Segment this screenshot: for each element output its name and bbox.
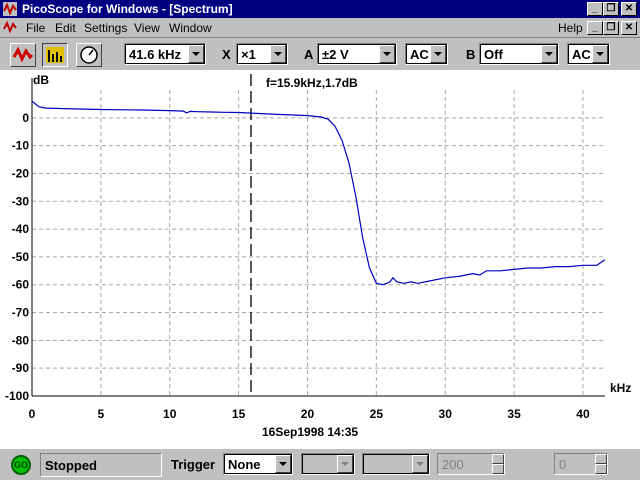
restore-button[interactable]: ❐ xyxy=(603,2,619,16)
spectrum-plot[interactable]: 0 -10 -20 -30 -40 -50 -60 -70 -80 -90 -100 0 5 10 15 2… xyxy=(0,70,640,448)
y-tick-label: -40 xyxy=(12,222,30,236)
chevron-down-icon[interactable] xyxy=(188,45,204,63)
menu-window[interactable]: Window xyxy=(169,21,212,35)
title-bar: PicoScope for Windows - [Spectrum] _ ❐ ✕ xyxy=(0,0,640,18)
trigger-level-spinner[interactable]: 200 xyxy=(437,453,505,475)
channel-b-range-select[interactable]: Off xyxy=(479,43,559,65)
channel-a-coupling-value: AC xyxy=(410,47,429,62)
y-tick-label: -60 xyxy=(12,278,30,292)
x-tick-label: 20 xyxy=(301,407,315,421)
chevron-down-icon[interactable] xyxy=(541,45,557,63)
y-tick-label: -10 xyxy=(12,139,30,153)
doc-close-button[interactable]: ✕ xyxy=(621,21,637,35)
run-state: Stopped xyxy=(45,458,97,473)
chevron-down-icon[interactable] xyxy=(412,455,428,473)
x-multiplier-select[interactable]: ×1 xyxy=(236,43,288,65)
status-bar: GO Stopped Trigger None 200 0 xyxy=(0,448,640,480)
y-tick-label: -20 xyxy=(12,166,30,180)
y-tick-label: 0 xyxy=(22,111,29,125)
x-tick-labels: 0 5 10 15 20 25 30 35 40 xyxy=(29,407,590,421)
frequency-range-select[interactable]: 41.6 kHz xyxy=(124,43,206,65)
y-tick-label: -70 xyxy=(12,306,30,320)
chevron-down-icon[interactable] xyxy=(430,45,446,63)
capture-timestamp: 16Sep1998 14:35 xyxy=(262,425,358,439)
channel-a-range-select[interactable]: ±2 V xyxy=(317,43,397,65)
doc-restore-button[interactable]: ❐ xyxy=(603,21,619,35)
spin-up-icon[interactable] xyxy=(595,454,607,464)
chevron-down-icon[interactable] xyxy=(275,455,291,473)
channel-b-coupling-select[interactable]: AC xyxy=(567,43,610,65)
y-tick-label: -100 xyxy=(5,389,29,403)
x-multiplier-value: ×1 xyxy=(241,47,256,62)
spectrum-view-button[interactable] xyxy=(42,43,68,67)
menu-edit[interactable]: Edit xyxy=(55,21,76,35)
y-tick-labels: 0 -10 -20 -30 -40 -50 -60 -70 -80 -90 -100 xyxy=(5,111,29,403)
trigger-mode-select[interactable]: None xyxy=(223,453,293,475)
chart-grid xyxy=(31,78,605,397)
window-title: PicoScope for Windows - [Spectrum] xyxy=(22,2,233,16)
document-menu-icon[interactable] xyxy=(3,20,17,34)
trigger-delay-value: 0 xyxy=(559,457,567,472)
run-state-field: Stopped xyxy=(40,453,162,477)
x-tick-label: 15 xyxy=(232,407,246,421)
menu-view[interactable]: View xyxy=(134,21,160,35)
doc-minimize-button[interactable]: _ xyxy=(587,21,603,35)
spectrum-chart[interactable]: 0 -10 -20 -30 -40 -50 -60 -70 -80 -90 -100 0 5 10 15 2… xyxy=(0,70,640,448)
trigger-channel-select[interactable] xyxy=(301,453,355,475)
go-button[interactable]: GO xyxy=(11,455,31,475)
toolbar: 41.6 kHz X ×1 A ±2 V AC B Off AC xyxy=(0,37,640,70)
y-tick-label: -90 xyxy=(12,361,30,375)
trigger-level-value: 200 xyxy=(442,457,464,472)
x-tick-label: 25 xyxy=(370,407,384,421)
trigger-mode-value: None xyxy=(228,457,261,472)
menu-help[interactable]: Help xyxy=(558,21,583,35)
channel-b-label: B xyxy=(466,47,476,62)
meter-dial-icon xyxy=(80,46,98,64)
menu-bar: File Edit Settings View Window Help _ ❐ … xyxy=(0,18,640,37)
scope-waveform-icon xyxy=(12,46,34,63)
chevron-down-icon[interactable] xyxy=(379,45,395,63)
channel-a-coupling-select[interactable]: AC xyxy=(405,43,448,65)
y-tick-label: -80 xyxy=(12,333,30,347)
close-button[interactable]: ✕ xyxy=(621,2,637,16)
trigger-direction-select[interactable] xyxy=(362,453,430,475)
scope-view-button[interactable] xyxy=(10,43,36,67)
spin-down-icon[interactable] xyxy=(595,464,607,474)
channel-b-range-value: Off xyxy=(484,47,503,62)
meter-view-button[interactable] xyxy=(76,43,102,67)
channel-a-label: A xyxy=(304,47,314,62)
x-axis-unit: kHz xyxy=(610,381,631,395)
menu-settings[interactable]: Settings xyxy=(84,21,127,35)
y-tick-label: -30 xyxy=(12,194,30,208)
spectrum-bars-icon xyxy=(46,47,64,63)
x-tick-label: 35 xyxy=(507,407,521,421)
trigger-delay-spinner[interactable]: 0 xyxy=(554,453,608,475)
trigger-label: Trigger xyxy=(171,457,216,472)
picoscope-app-icon[interactable] xyxy=(3,2,17,16)
minimize-button[interactable]: _ xyxy=(587,2,603,16)
x-tick-label: 30 xyxy=(439,407,453,421)
x-tick-label: 40 xyxy=(576,407,590,421)
menu-file[interactable]: File xyxy=(26,21,45,35)
cursor-readout: f=15.9kHz,1.7dB xyxy=(266,76,358,90)
x-multiplier-label: X xyxy=(222,47,231,62)
y-axis-unit: dB xyxy=(33,73,49,87)
x-tick-label: 0 xyxy=(29,407,36,421)
chevron-down-icon[interactable] xyxy=(337,455,353,473)
y-tick-label: -50 xyxy=(12,250,30,264)
x-tick-label: 5 xyxy=(98,407,105,421)
channel-b-coupling-value: AC xyxy=(572,47,591,62)
chevron-down-icon[interactable] xyxy=(592,45,608,63)
chevron-down-icon[interactable] xyxy=(270,45,286,63)
frequency-range-value: 41.6 kHz xyxy=(129,47,182,62)
x-tick-label: 10 xyxy=(163,407,177,421)
spin-up-icon[interactable] xyxy=(492,454,504,464)
channel-a-range-value: ±2 V xyxy=(322,47,349,62)
spin-down-icon[interactable] xyxy=(492,464,504,474)
